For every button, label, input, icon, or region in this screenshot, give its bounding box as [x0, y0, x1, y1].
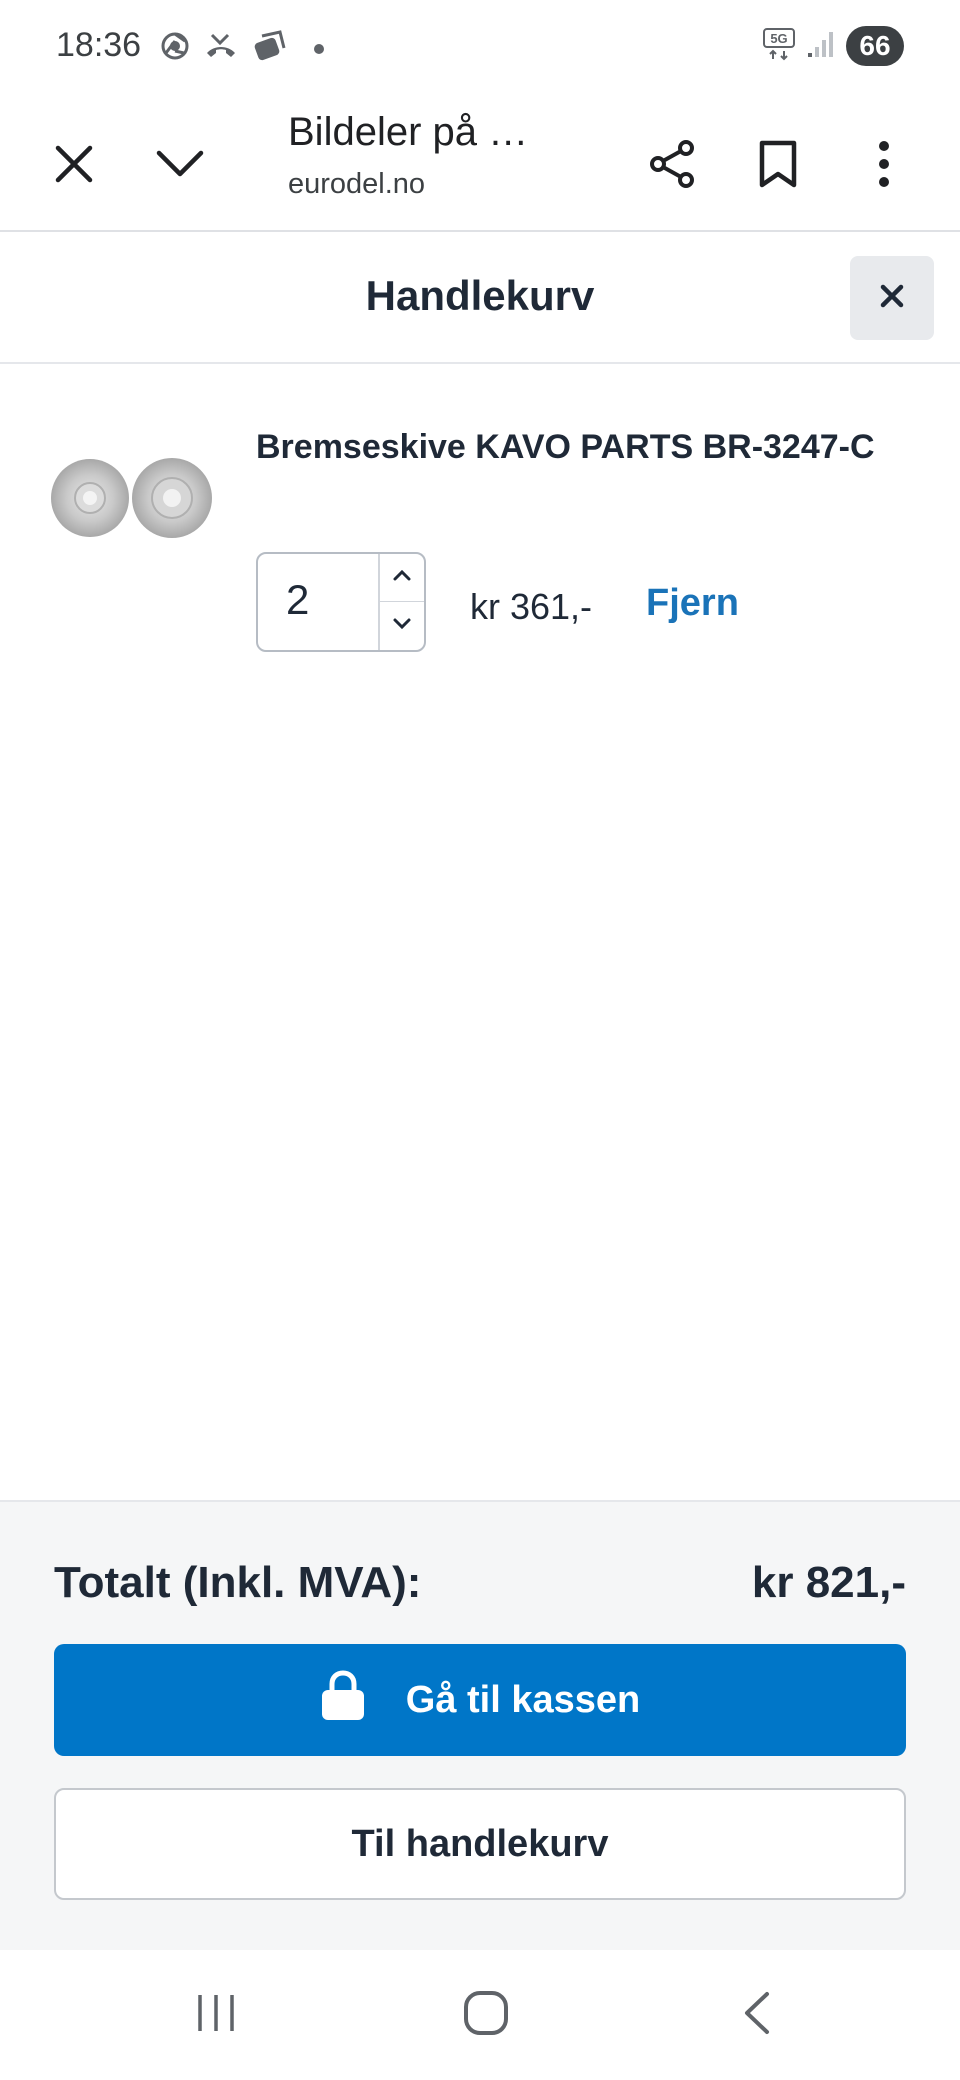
notification-dot	[314, 43, 324, 54]
more-options-button[interactable]	[844, 126, 924, 206]
total-value: kr 821,-	[751, 1558, 906, 1607]
total-label: Totalt (Inkl. MVA):	[54, 1558, 422, 1607]
more-vertical-icon	[878, 140, 890, 193]
brake-disc-image[interactable]	[50, 456, 216, 540]
close-cart-button[interactable]	[850, 256, 934, 340]
browser-toolbar: Bildeler på … eurodel.no	[0, 96, 960, 232]
minimize-button[interactable]	[140, 126, 220, 206]
bookmark-icon	[757, 139, 799, 194]
status-icons-left	[160, 30, 324, 67]
lock-icon	[320, 1668, 366, 1732]
share-icon	[646, 138, 698, 195]
cart-header: Handlekurv	[0, 232, 960, 364]
close-icon	[52, 142, 96, 191]
quantity-value[interactable]: 2	[286, 576, 309, 624]
back-button[interactable]	[716, 1980, 796, 2050]
app-root: 18:36 5G 66 Bildeler på … eurodel.no Han…	[0, 0, 960, 2080]
recent-apps-icon	[194, 1991, 238, 2040]
quantity-stepper[interactable]: 2	[256, 552, 426, 652]
system-nav-bar	[0, 1950, 960, 2080]
quantity-spinner	[378, 554, 424, 650]
view-cart-button[interactable]: Til handlekurv	[54, 1788, 906, 1900]
view-cart-label: Til handlekurv	[351, 1822, 609, 1865]
chevron-down-icon	[392, 617, 412, 636]
stack-icon	[252, 30, 286, 67]
item-price: kr 361,-	[470, 586, 593, 627]
close-icon	[879, 283, 905, 314]
battery-icon: 66	[846, 26, 904, 66]
status-bar: 18:36 5G 66	[0, 0, 960, 96]
cart-summary-panel: Totalt (Inkl. MVA): kr 821,- Gå til kass…	[0, 1500, 960, 1950]
item-name[interactable]: Bremseskive KAVO PARTS BR-3247-C	[256, 420, 876, 474]
page-url[interactable]: eurodel.no	[288, 168, 425, 201]
missed-call-icon	[204, 31, 238, 66]
increment-button[interactable]	[380, 554, 424, 602]
recent-apps-button[interactable]	[176, 1980, 256, 2050]
chevron-up-icon	[392, 568, 412, 587]
checkout-button[interactable]: Gå til kassen	[54, 1644, 906, 1756]
checkout-label: Gå til kassen	[405, 1678, 641, 1721]
chrome-icon	[160, 31, 190, 66]
decrement-button[interactable]	[380, 602, 424, 650]
signal-icon	[806, 29, 836, 64]
page-title[interactable]: Bildeler på …	[288, 110, 528, 155]
remove-item-link[interactable]: Fjern	[646, 582, 739, 625]
status-time: 18:36	[56, 26, 142, 64]
svg-text:5G: 5G	[770, 31, 787, 46]
share-button[interactable]	[632, 126, 712, 206]
cart-title: Handlekurv	[365, 272, 595, 319]
home-button[interactable]	[446, 1980, 526, 2050]
back-icon	[739, 1990, 773, 2041]
cart-item: Bremseskive KAVO PARTS BR-3247-C 2 kr 36…	[0, 400, 960, 660]
chevron-down-icon	[155, 147, 205, 186]
home-icon	[463, 1990, 509, 2041]
status-icons-right: 5G 66	[762, 26, 904, 66]
5g-icon: 5G	[762, 27, 796, 66]
bookmark-button[interactable]	[738, 126, 818, 206]
close-tab-button[interactable]	[34, 126, 114, 206]
